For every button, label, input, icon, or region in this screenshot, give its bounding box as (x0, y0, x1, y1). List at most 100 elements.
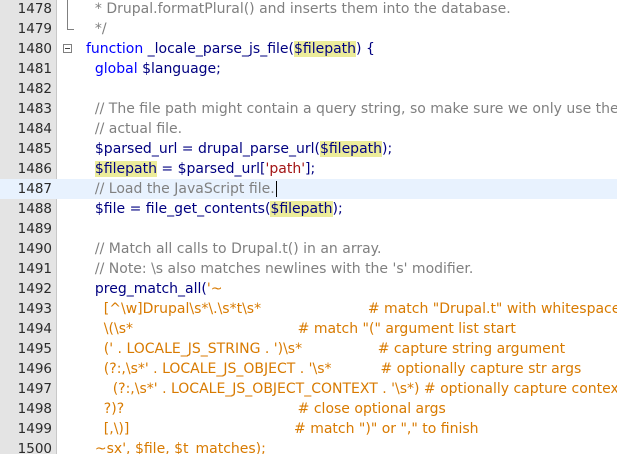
code-text: preg_match_all('~ (86, 279, 223, 299)
line-number: 1500 (17, 441, 52, 454)
code-token: */ (86, 21, 107, 37)
code-text: $file = file_get_contents($filepath); (86, 199, 343, 219)
code-token: // Note: \s also matches newlines with t… (86, 261, 474, 277)
code-token: $language; (142, 61, 221, 77)
code-token: // Load the JavaScript file. (86, 181, 275, 197)
code-text: * Drupal.formatPlural() and inserts them… (86, 0, 511, 19)
fold-guide-line (67, 0, 68, 19)
code-token: ); (332, 201, 343, 217)
code-line[interactable]: 1493 [^\w]Drupal\s*\.\s*t\s* # match "Dr… (0, 299, 617, 319)
code-line[interactable]: 1500 ~sx', $file, $t_matches); (0, 439, 617, 454)
code-line[interactable]: 1498 ?)? # close optional args (0, 399, 617, 419)
code-text: global $language; (86, 59, 221, 79)
code-text: $parsed_url = drupal_parse_url($filepath… (86, 139, 392, 159)
code-line[interactable]: 1491 // Note: \s also matches newlines w… (0, 259, 617, 279)
code-token: $filepath (319, 141, 383, 157)
code-line[interactable]: 1487 // Load the JavaScript file. (0, 179, 617, 199)
line-number: 1489 (17, 221, 52, 237)
code-line[interactable]: 1495 (' . LOCALE_JS_STRING . ')\s* # cap… (0, 339, 617, 359)
code-token: $filepath (270, 201, 333, 217)
code-token: $filepath (94, 161, 157, 177)
code-token: // Match all calls to Drupal.t() in an a… (86, 241, 382, 257)
code-token: = $parsed_url[ (156, 161, 266, 177)
code-token: ?)? # close optional args (86, 401, 446, 417)
line-number: 1493 (17, 301, 52, 317)
line-number: 1488 (17, 201, 52, 217)
code-line[interactable]: 1497 (?:,\s*' . LOCALE_JS_OBJECT_CONTEXT… (0, 379, 617, 399)
code-text: // Load the JavaScript file. (86, 179, 277, 199)
code-token: (?:,\s*' . LOCALE_JS_OBJECT . '\s* # opt… (86, 361, 582, 377)
code-token: $filepath (293, 41, 357, 57)
code-token: global (86, 61, 143, 77)
line-number: 1490 (17, 241, 52, 257)
fold-end-marker (67, 19, 74, 30)
code-token: [^\w]Drupal\s*\.\s*t\s* # match "Drupal.… (86, 301, 617, 317)
code-line[interactable]: 1482 (0, 79, 617, 99)
code-line[interactable]: 1481 global $language; (0, 59, 617, 79)
code-token: // The file path might contain a query s… (86, 101, 617, 117)
code-line[interactable]: 1496 (?:,\s*' . LOCALE_JS_OBJECT . '\s* … (0, 359, 617, 379)
code-text: // Note: \s also matches newlines with t… (86, 259, 473, 279)
code-text: (' . LOCALE_JS_STRING . ')\s* # capture … (86, 339, 565, 359)
code-text: function _locale_parse_js_file($filepath… (86, 39, 375, 59)
code-line[interactable]: 1484 // actual file. (0, 119, 617, 139)
code-text: \(\s* # match "(" argument list start (86, 319, 516, 339)
code-line[interactable]: 1499 [,\)] # match ")" or "," to finish (0, 419, 617, 439)
line-number: 1482 (17, 81, 52, 97)
code-editor[interactable]: 1478 * Drupal.formatPlural() and inserts… (0, 0, 617, 454)
code-line[interactable]: 1483 // The file path might contain a qu… (0, 99, 617, 119)
line-number: 1495 (17, 341, 52, 357)
code-token: ~sx', $file, $t_matches); (86, 441, 266, 454)
code-token: ) { (356, 41, 375, 57)
code-token: (' . LOCALE_JS_STRING . ')\s* # capture … (86, 341, 566, 357)
line-number: 1478 (17, 1, 52, 17)
code-text: [,\)] # match ")" or "," to finish (86, 419, 479, 439)
code-line[interactable]: 1489 (0, 219, 617, 239)
code-line[interactable]: 1486 $filepath = $parsed_url['path']; (0, 159, 617, 179)
code-text: $filepath = $parsed_url['path']; (86, 159, 315, 179)
line-number: 1479 (17, 21, 52, 37)
line-number: 1492 (17, 281, 52, 297)
code-token: // actual file. (86, 121, 183, 137)
line-number: 1496 (17, 361, 52, 377)
code-text: ~sx', $file, $t_matches); (86, 439, 266, 454)
line-number: 1480 (17, 41, 52, 57)
code-text: // Match all calls to Drupal.t() in an a… (86, 239, 382, 259)
fold-collapse-icon[interactable] (63, 44, 72, 53)
code-token: $file = file_get_contents( (86, 201, 271, 217)
code-line[interactable]: 1479 */ (0, 19, 617, 39)
code-line[interactable]: 1480 function _locale_parse_js_file($file… (0, 39, 617, 59)
code-text: ?)? # close optional args (86, 399, 446, 419)
code-token: preg_match_all( (86, 281, 207, 297)
line-number: 1485 (17, 141, 52, 157)
code-line[interactable]: 1494 \(\s* # match "(" argument list sta… (0, 319, 617, 339)
code-line[interactable]: 1490 // Match all calls to Drupal.t() in… (0, 239, 617, 259)
code-token: (?:,\s*' . LOCALE_JS_OBJECT_CONTEXT . '\… (86, 381, 617, 397)
line-number: 1484 (17, 121, 52, 137)
line-number: 1497 (17, 381, 52, 397)
code-line[interactable]: 1478 * Drupal.formatPlural() and inserts… (0, 0, 617, 19)
line-number: 1499 (17, 421, 52, 437)
code-text: // The file path might contain a query s… (86, 99, 617, 119)
line-number: 1483 (17, 101, 52, 117)
code-token: ); (382, 141, 393, 157)
text-caret (275, 181, 277, 197)
line-number: 1487 (17, 181, 52, 197)
code-line[interactable]: 1492 preg_match_all('~ (0, 279, 617, 299)
code-line[interactable]: 1488 $file = file_get_contents($filepath… (0, 199, 617, 219)
code-token: 'path' (265, 161, 306, 177)
line-number: 1494 (17, 321, 52, 337)
code-text: */ (86, 19, 107, 39)
code-line[interactable]: 1485 $parsed_url = drupal_parse_url($fil… (0, 139, 617, 159)
code-text: // actual file. (86, 119, 182, 139)
code-token: ]; (305, 161, 316, 177)
code-token: * Drupal.formatPlural() and inserts them… (86, 1, 511, 17)
code-token: '~ (206, 281, 223, 297)
code-token: _locale_parse_js_file( (143, 41, 294, 57)
code-text: (?:,\s*' . LOCALE_JS_OBJECT . '\s* # opt… (86, 359, 582, 379)
code-text: [^\w]Drupal\s*\.\s*t\s* # match "Drupal.… (86, 299, 617, 319)
code-token: \(\s* # match "(" argument list start (86, 321, 516, 337)
code-token: $parsed_url = drupal_parse_url( (86, 141, 320, 157)
code-token: function (86, 41, 144, 57)
